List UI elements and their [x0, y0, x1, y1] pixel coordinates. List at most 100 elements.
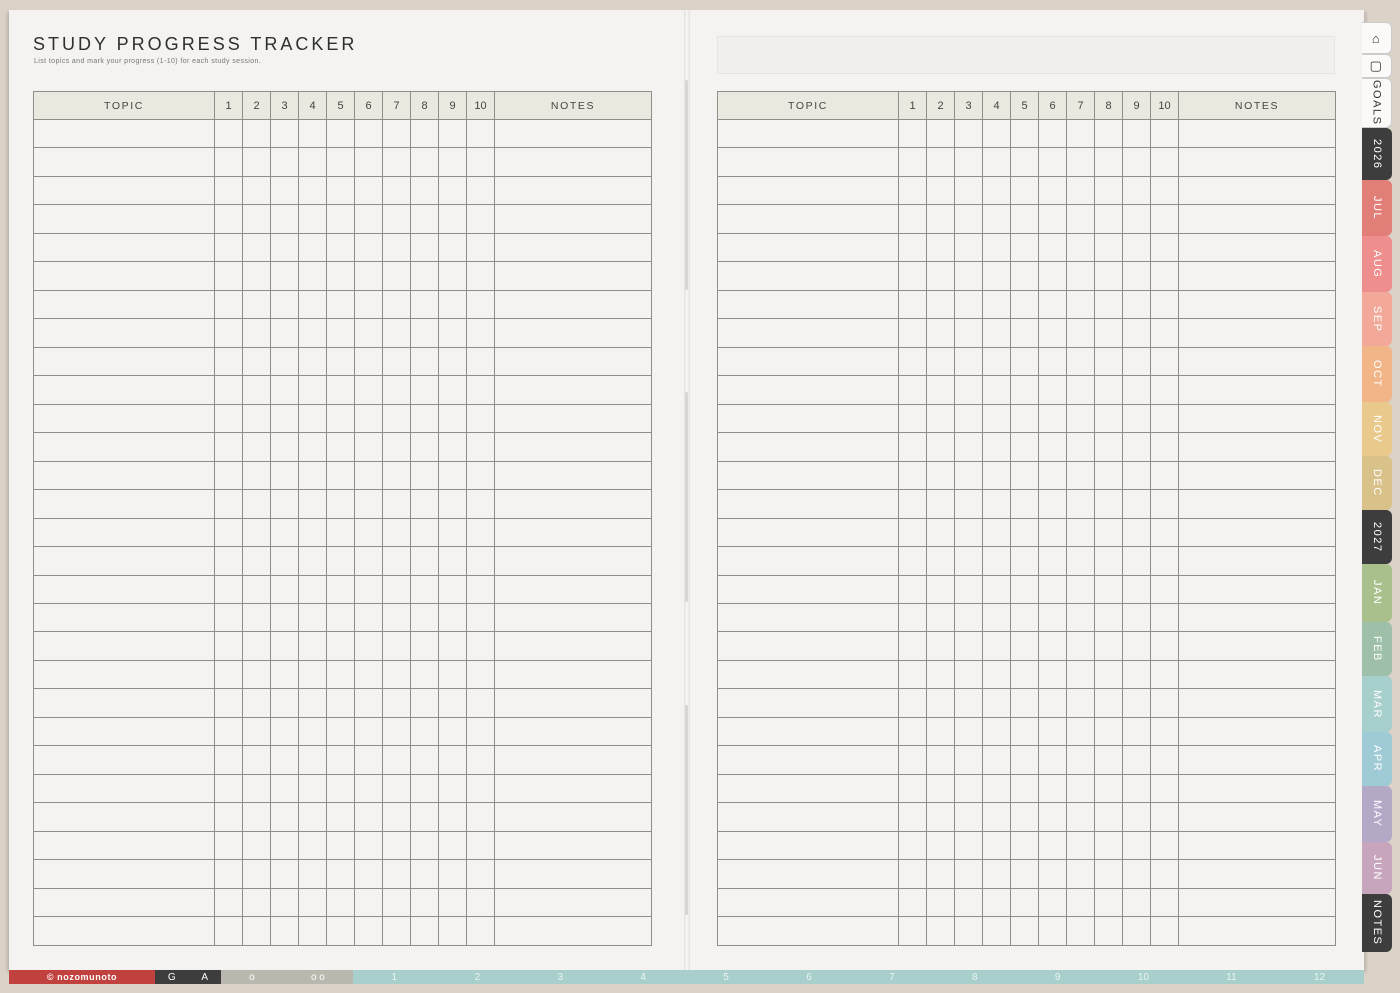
progress-cell[interactable]	[982, 716, 1011, 747]
progress-cell[interactable]	[214, 830, 243, 861]
progress-cell[interactable]	[926, 147, 955, 177]
notes-cell[interactable]	[1178, 375, 1336, 405]
progress-cell[interactable]	[1038, 631, 1067, 661]
progress-cell[interactable]	[438, 232, 467, 263]
progress-cell[interactable]	[326, 859, 355, 889]
progress-cell[interactable]	[382, 432, 411, 462]
progress-cell[interactable]	[982, 659, 1011, 690]
progress-cell[interactable]	[954, 175, 983, 206]
progress-cell[interactable]	[982, 232, 1011, 263]
title-box[interactable]	[717, 36, 1335, 74]
progress-cell[interactable]	[382, 773, 411, 804]
progress-cell[interactable]	[242, 745, 271, 775]
progress-cell[interactable]	[926, 688, 955, 718]
notes-cell[interactable]	[494, 346, 652, 377]
progress-cell[interactable]	[982, 489, 1011, 519]
tab-jul[interactable]: JUL	[1362, 180, 1392, 236]
progress-cell[interactable]	[1010, 716, 1039, 747]
progress-cell[interactable]	[1038, 318, 1067, 348]
progress-cell[interactable]	[1038, 916, 1067, 946]
progress-cell[interactable]	[898, 346, 927, 377]
progress-cell[interactable]	[982, 802, 1011, 832]
progress-cell[interactable]	[982, 147, 1011, 177]
progress-cell[interactable]	[298, 887, 327, 918]
topic-cell[interactable]	[717, 602, 899, 633]
progress-cell[interactable]	[1094, 346, 1123, 377]
progress-cell[interactable]	[926, 175, 955, 206]
topic-cell[interactable]	[717, 887, 899, 918]
notes-cell[interactable]	[1178, 887, 1336, 918]
notes-cell[interactable]	[494, 602, 652, 633]
progress-cell[interactable]	[242, 489, 271, 519]
progress-cell[interactable]	[382, 403, 411, 434]
progress-cell[interactable]	[242, 631, 271, 661]
footer-month-6[interactable]: 6	[806, 972, 812, 983]
topic-cell[interactable]	[33, 346, 215, 377]
progress-cell[interactable]	[982, 688, 1011, 718]
progress-cell[interactable]	[382, 375, 411, 405]
progress-cell[interactable]	[1010, 175, 1039, 206]
progress-cell[interactable]	[1038, 602, 1067, 633]
progress-cell[interactable]	[926, 318, 955, 348]
progress-cell[interactable]	[382, 916, 411, 946]
progress-cell[interactable]	[1038, 688, 1067, 718]
progress-cell[interactable]	[242, 375, 271, 405]
progress-cell[interactable]	[298, 175, 327, 206]
progress-cell[interactable]	[326, 232, 355, 263]
progress-cell[interactable]	[466, 887, 495, 918]
progress-cell[interactable]	[1122, 460, 1151, 491]
progress-cell[interactable]	[270, 773, 299, 804]
progress-cell[interactable]	[270, 859, 299, 889]
progress-cell[interactable]	[298, 830, 327, 861]
notes-cell[interactable]	[494, 289, 652, 320]
topic-cell[interactable]	[33, 261, 215, 291]
progress-cell[interactable]	[1122, 261, 1151, 291]
progress-cell[interactable]	[242, 318, 271, 348]
footer-month-4[interactable]: 4	[640, 972, 646, 983]
progress-cell[interactable]	[214, 631, 243, 661]
topic-cell[interactable]	[33, 403, 215, 434]
progress-cell[interactable]	[926, 204, 955, 234]
progress-cell[interactable]	[1094, 289, 1123, 320]
progress-cell[interactable]	[326, 716, 355, 747]
progress-cell[interactable]	[898, 688, 927, 718]
progress-cell[interactable]	[298, 916, 327, 946]
progress-cell[interactable]	[438, 546, 467, 576]
progress-cell[interactable]	[438, 830, 467, 861]
progress-cell[interactable]	[926, 631, 955, 661]
notes-cell[interactable]	[1178, 773, 1336, 804]
progress-cell[interactable]	[1150, 830, 1179, 861]
progress-cell[interactable]	[466, 403, 495, 434]
notes-cell[interactable]	[1178, 631, 1336, 661]
progress-cell[interactable]	[982, 403, 1011, 434]
progress-cell[interactable]	[1122, 289, 1151, 320]
progress-cell[interactable]	[270, 887, 299, 918]
progress-cell[interactable]	[438, 346, 467, 377]
progress-cell[interactable]	[466, 859, 495, 889]
topic-cell[interactable]	[33, 688, 215, 718]
progress-cell[interactable]	[954, 261, 983, 291]
progress-cell[interactable]	[354, 716, 383, 747]
footer-link-o[interactable]: o o	[311, 972, 325, 983]
progress-cell[interactable]	[354, 204, 383, 234]
notes-cell[interactable]	[494, 773, 652, 804]
progress-cell[interactable]	[326, 375, 355, 405]
tab-oct[interactable]: OCT	[1362, 346, 1392, 402]
progress-cell[interactable]	[382, 859, 411, 889]
tab-jan[interactable]: JAN	[1362, 564, 1392, 622]
topic-cell[interactable]	[33, 460, 215, 491]
topic-cell[interactable]	[33, 546, 215, 576]
progress-cell[interactable]	[982, 460, 1011, 491]
progress-cell[interactable]	[982, 859, 1011, 889]
topic-cell[interactable]	[33, 232, 215, 263]
progress-cell[interactable]	[214, 489, 243, 519]
topic-cell[interactable]	[717, 232, 899, 263]
progress-cell[interactable]	[1094, 716, 1123, 747]
progress-cell[interactable]	[954, 602, 983, 633]
progress-cell[interactable]	[214, 659, 243, 690]
progress-cell[interactable]	[410, 432, 439, 462]
progress-cell[interactable]	[1010, 631, 1039, 661]
progress-cell[interactable]	[898, 232, 927, 263]
progress-cell[interactable]	[1038, 432, 1067, 462]
progress-cell[interactable]	[954, 574, 983, 604]
